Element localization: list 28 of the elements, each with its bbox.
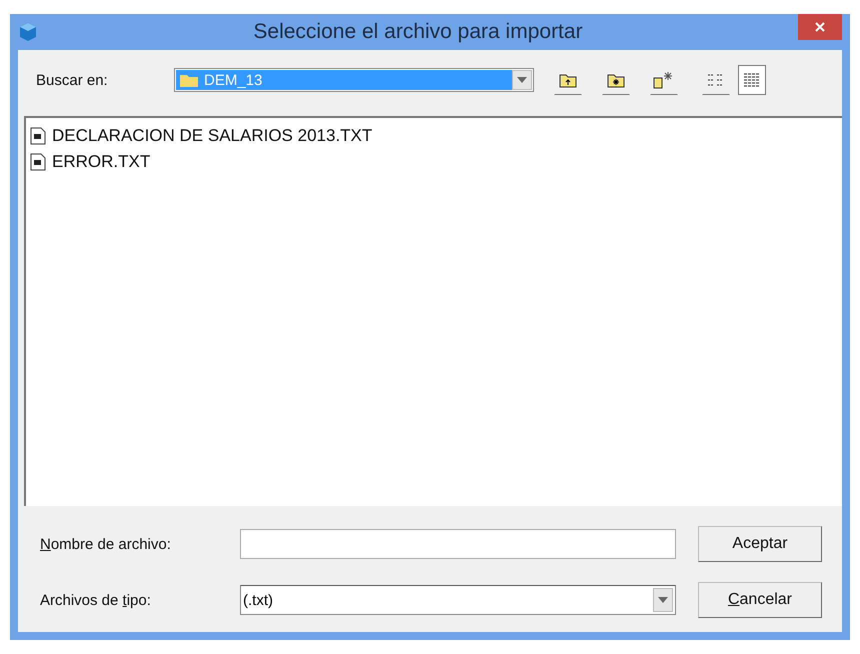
cube-icon [18, 22, 38, 42]
cancel-button[interactable]: Cancelar [698, 582, 822, 618]
file-type-label: Archivos de tipo: [40, 592, 152, 608]
look-in-label: Buscar en: [36, 72, 109, 88]
window-title: Seleccione el archivo para importar [252, 20, 584, 44]
details-view-icon [743, 73, 761, 87]
folder-sparkle-icon [653, 71, 675, 89]
folder-icon [180, 73, 198, 87]
details-view-button[interactable] [738, 65, 766, 95]
file-name-field[interactable] [240, 529, 676, 559]
caret-icon [517, 77, 527, 83]
list-view-icon [707, 73, 725, 87]
file-type-value: (.txt) [243, 592, 273, 608]
text-file-icon [30, 127, 46, 145]
dropdown-button[interactable] [653, 588, 673, 612]
close-button[interactable] [798, 14, 842, 40]
file-name[interactable]: DECLARACION DE SALARIOS 2013.TXT [52, 126, 372, 146]
selected-folder: DEM_13 [176, 70, 512, 90]
accept-button[interactable]: Aceptar [698, 526, 822, 562]
dropdown-button[interactable] [512, 70, 532, 90]
folder-star-icon [607, 72, 625, 88]
file-type-dropdown[interactable]: (.txt) [240, 585, 676, 615]
file-name[interactable]: ERROR.TXT [52, 152, 150, 172]
close-icon [815, 22, 825, 32]
folder-up-icon [559, 72, 577, 88]
file-name-label: Nombre de archivo: [40, 536, 172, 552]
caret-icon [658, 597, 668, 603]
text-file-icon [30, 153, 46, 171]
